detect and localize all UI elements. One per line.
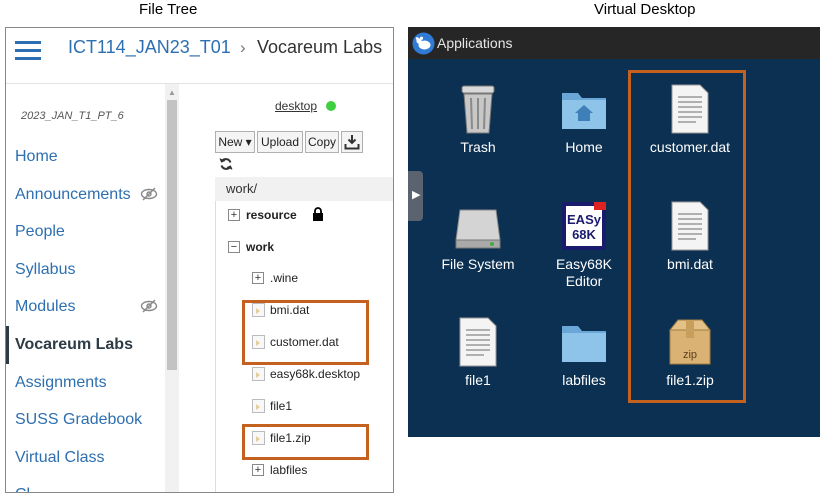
highlight-box-desktop-files <box>628 70 746 403</box>
nav-item-people[interactable]: People <box>6 213 166 251</box>
file-icon <box>252 399 265 413</box>
expand-icon[interactable]: + <box>252 272 264 284</box>
tree-item-label: labfiles <box>270 463 308 477</box>
chevron-right-icon: ▶ <box>412 189 421 201</box>
scroll-up-arrow-icon[interactable]: ▲ <box>168 88 176 97</box>
upload-button[interactable]: Upload <box>257 131 303 153</box>
xfce-mouse-icon[interactable] <box>412 32 435 55</box>
nav-item-label: Home <box>15 148 58 165</box>
download-button[interactable] <box>341 131 363 153</box>
nav-item-label: Announcements <box>15 185 131 203</box>
desktop-icon-label-line1: Easy68K <box>555 256 613 272</box>
nav-item-virtual-class[interactable]: Virtual Class <box>6 439 166 477</box>
tree-item-label: resource <box>246 208 297 222</box>
course-header: ICT114_JAN23_T01 › Vocareum Labs <box>6 28 393 84</box>
nav-item-label: Virtual Class <box>15 448 105 466</box>
nav-item-label: Modules <box>15 298 76 316</box>
nav-item-assignments[interactable]: Assignments <box>6 364 166 402</box>
highlight-box-zip-file <box>242 424 369 460</box>
status-indicator <box>326 101 336 111</box>
nav-item-suss-gradebook[interactable]: SUSS Gradebook <box>6 401 166 439</box>
nav-scrollbar[interactable]: ▲ <box>165 84 179 492</box>
course-term: 2023_JAN_T1_PT_6 <box>21 110 124 122</box>
breadcrumb-current: Vocareum Labs <box>257 37 383 57</box>
highlight-box-dat-files <box>242 300 369 365</box>
breadcrumb-course-link[interactable]: ICT114_JAN23_T01 <box>68 37 231 58</box>
side-panel-tab[interactable]: ▶ <box>408 171 423 221</box>
nav-item-announcements[interactable]: Announcements <box>6 176 166 214</box>
nav-item-label: Cl <box>15 486 30 492</box>
eye-slash-icon <box>140 187 158 201</box>
desktop-icon-trash[interactable]: Trash <box>423 83 533 156</box>
desktop-icon-label: File System <box>441 256 515 272</box>
nav-item-syllabus[interactable]: Syllabus <box>6 251 166 289</box>
tree-item-label: easy68k.desktop <box>270 367 361 381</box>
desktop-icon-label: labfiles <box>562 372 606 388</box>
download-icon <box>344 135 360 150</box>
tree-folder-work[interactable]: − work <box>228 237 328 257</box>
hamburger-menu-icon[interactable] <box>15 40 41 62</box>
new-button[interactable]: New ▾ <box>215 131 255 153</box>
text-file-icon <box>459 317 497 367</box>
nav-item-label: People <box>15 223 65 241</box>
trash-icon <box>461 85 495 134</box>
desktop-icon-label-line2: Editor <box>565 273 603 289</box>
desktop-icon-file1[interactable]: file1 <box>423 316 533 389</box>
nav-item-modules[interactable]: Modules <box>6 288 166 326</box>
copy-button[interactable]: Copy <box>305 131 339 153</box>
tree-folder-labfiles[interactable]: + labfiles <box>252 460 352 480</box>
file-tree-caption: File Tree <box>139 1 198 18</box>
desktop-icon-label: file1 <box>465 372 491 388</box>
tree-file-easy68k-desktop[interactable]: easy68k.desktop <box>252 364 392 384</box>
expand-icon[interactable]: + <box>228 209 240 221</box>
tree-folder-wine[interactable]: + .wine <box>252 268 352 288</box>
folder-icon <box>562 326 606 362</box>
refresh-icon[interactable] <box>219 157 233 171</box>
desktop-icon-label: Easy68K Editor <box>529 256 639 290</box>
applications-menu[interactable]: Applications <box>437 35 513 51</box>
tree-folder-resource[interactable]: + resource <box>228 205 348 225</box>
lock-icon <box>313 207 323 221</box>
nav-item-label: SUSS Gradebook <box>15 411 143 429</box>
desktop-link[interactable]: desktop <box>275 99 317 113</box>
scrollbar-thumb[interactable] <box>167 100 177 370</box>
desktop-panel-bar: Applications <box>408 27 820 59</box>
nav-item-home[interactable]: Home <box>6 138 166 176</box>
nav-item-cut-off[interactable]: Cl <box>6 476 166 492</box>
desktop-icon-file-system[interactable]: File System <box>423 200 533 273</box>
easy68k-badge-line2: 68K <box>572 227 596 242</box>
nav-item-label: Vocareum Labs <box>15 335 133 353</box>
desktop-icon-label: Trash <box>460 139 496 155</box>
virtual-desktop: Applications ▶ Trash Home customer.dat F… <box>408 27 820 437</box>
virtual-desktop-caption: Virtual Desktop <box>594 1 696 18</box>
file-icon <box>252 367 265 381</box>
eye-slash-icon <box>140 299 158 313</box>
easy68k-badge-line1: EASy <box>567 212 602 227</box>
tree-file-file1[interactable]: file1 <box>252 396 352 416</box>
tree-item-label: file1 <box>270 399 293 413</box>
expand-icon[interactable]: + <box>252 464 264 476</box>
desktop-icon-labfiles[interactable]: labfiles <box>529 316 639 389</box>
course-navigation: Home Announcements People Syllabus Modul… <box>6 138 166 492</box>
home-folder-icon <box>562 93 606 129</box>
nav-item-label: Assignments <box>15 373 107 391</box>
tree-item-label: work <box>246 240 275 254</box>
easy68k-icon: EASy 68K <box>562 202 606 250</box>
hard-drive-icon <box>455 209 501 249</box>
desktop-icon-easy68k-editor[interactable]: EASy 68K Easy68K Editor <box>529 200 639 290</box>
nav-item-vocareum-labs[interactable]: Vocareum Labs <box>6 325 166 364</box>
collapse-icon[interactable]: − <box>228 241 240 253</box>
tree-item-label: .wine <box>270 271 299 285</box>
desktop-icon-home[interactable]: Home <box>529 83 639 156</box>
current-path: work/ <box>215 177 393 201</box>
nav-item-label: Syllabus <box>15 260 76 278</box>
breadcrumb-separator: › <box>240 38 246 57</box>
desktop-icon-label: Home <box>565 139 603 155</box>
